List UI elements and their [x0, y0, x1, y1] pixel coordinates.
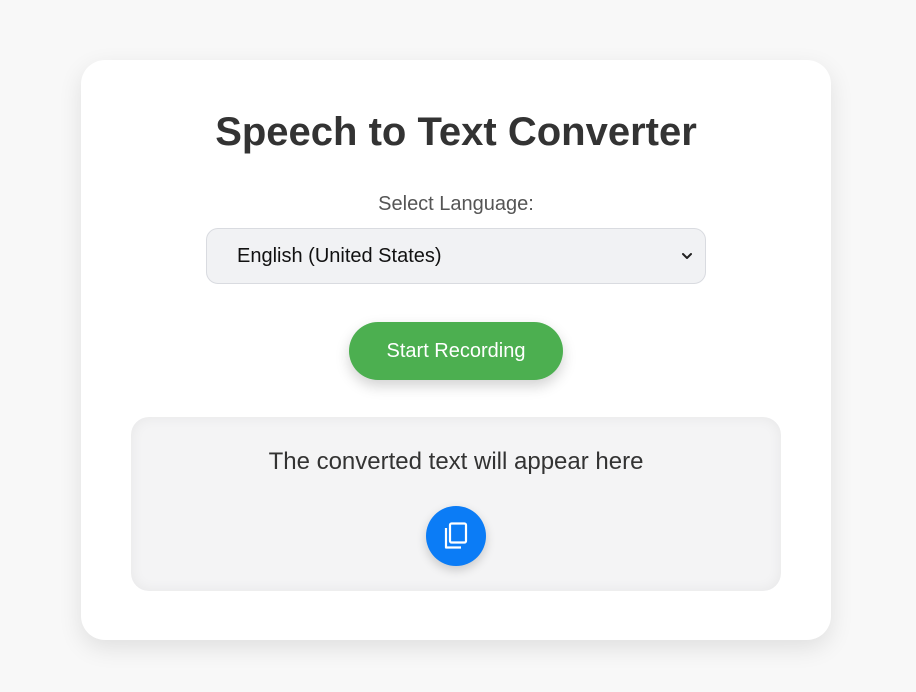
language-select[interactable]: English (United States): [206, 228, 706, 284]
copy-button[interactable]: [426, 506, 486, 566]
converter-card: Speech to Text Converter Select Language…: [81, 60, 831, 640]
output-text: The converted text will appear here: [268, 448, 644, 475]
page-title: Speech to Text Converter: [215, 110, 697, 154]
copy-icon: [444, 522, 468, 549]
chevron-down-icon: [682, 253, 692, 259]
language-label: Select Language:: [378, 193, 534, 215]
output-panel: The converted text will appear here: [131, 417, 781, 591]
language-select-value: English (United States): [237, 245, 442, 267]
start-recording-button[interactable]: Start Recording: [349, 322, 563, 380]
